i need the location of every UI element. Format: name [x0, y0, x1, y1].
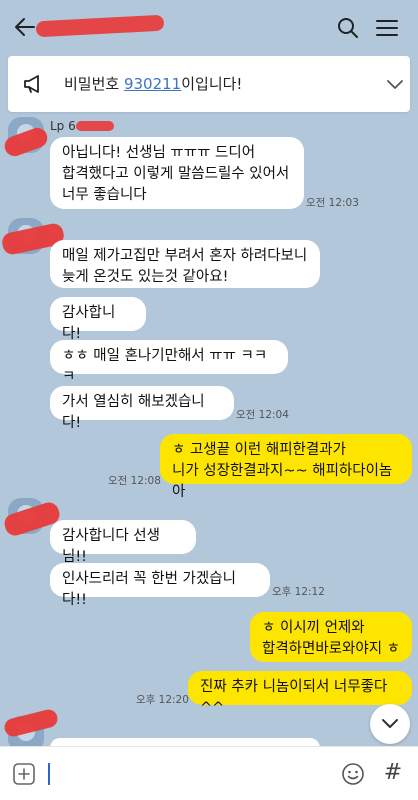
message-input[interactable] — [46, 757, 326, 791]
smiley-icon — [342, 763, 364, 785]
my-message-bubble: 진짜 추카 니놈이되서 너무좋다^^ — [188, 671, 412, 716]
search-icon — [338, 18, 358, 38]
redaction-mark — [76, 121, 114, 131]
message-time: 오후 12:20 — [136, 694, 189, 706]
message-time: 오후 12:12 — [272, 586, 325, 598]
chevron-down-icon — [382, 719, 398, 728]
message-bubble: 인사드리러 꼭 한번 가겠습니다!! — [50, 563, 270, 608]
notice-suffix: 이입니다! — [181, 75, 243, 93]
message-time: 오전 12:03 — [306, 197, 359, 209]
attach-button[interactable] — [12, 762, 36, 786]
my-message-bubble: ㅎ 이시끼 언제와 합격하면바로와야지 ㅎ — [250, 612, 412, 662]
my-message-bubble: ㅎ 고생끝 이런 해피한결과가 니가 성장한결과지~~ 해피하다이놈아 — [160, 434, 412, 500]
emoji-button[interactable] — [341, 762, 365, 786]
message-time: 오전 12:08 — [108, 475, 161, 487]
message-bubble: 가서 열심히 해보겠습니다! — [50, 386, 234, 431]
chat-header — [0, 0, 418, 56]
hamburger-menu-icon — [376, 20, 398, 36]
message-bubble: 매일 제가고집만 부려서 혼자 하려다보니 늦게 온것도 있는것 같아요! — [50, 240, 320, 288]
notice-code-link[interactable]: 930211 — [124, 75, 181, 93]
message-input-bar: # — [0, 746, 418, 800]
notice-bar[interactable]: 비밀번호 930211이입니다! — [8, 56, 410, 112]
arrow-left-icon — [15, 18, 35, 36]
message-time: 오전 12:04 — [236, 409, 289, 421]
message-bubble: 아닙니다! 선생님 ㅠㅠㅠ 드디어 합격했다고 이렇게 말씀드릴수 있어서 너무… — [50, 137, 304, 209]
message-bubble: 감사합니다! — [50, 297, 146, 342]
scroll-to-bottom-button[interactable] — [370, 704, 410, 744]
menu-button[interactable] — [374, 16, 400, 40]
message-bubble: 감사합니다 선생님!! — [50, 520, 196, 565]
chevron-down-icon[interactable] — [386, 76, 404, 90]
back-button[interactable] — [14, 16, 36, 40]
search-button[interactable] — [336, 16, 360, 40]
notice-text: 비밀번호 930211이입니다! — [64, 74, 242, 94]
hash-icon[interactable]: # — [382, 760, 404, 786]
sender-name: Lp 6 — [50, 119, 76, 133]
notice-prefix: 비밀번호 — [64, 75, 124, 93]
message-bubble: ㅎㅎ 매일 혼나기만해서 ㅠㅠ ㅋㅋㅋ — [50, 340, 288, 385]
megaphone-icon — [22, 72, 46, 96]
text-caret — [48, 763, 50, 785]
plus-square-icon — [13, 763, 35, 785]
